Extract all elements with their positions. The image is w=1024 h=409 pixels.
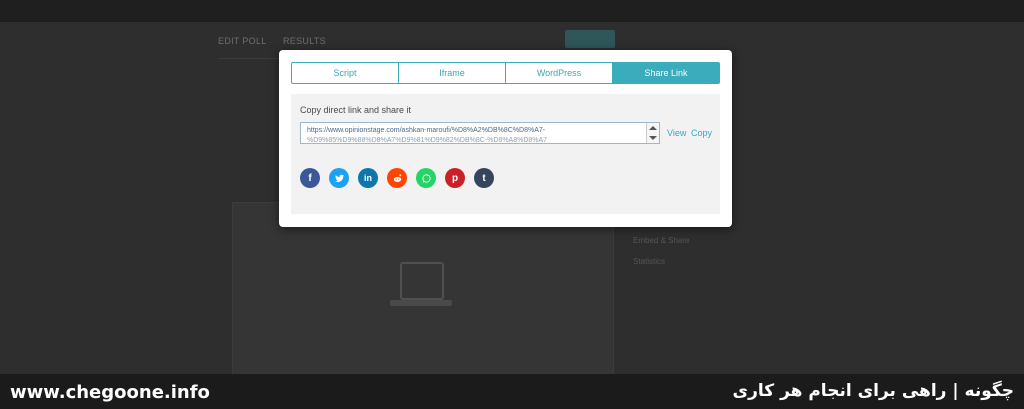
arrow-up-icon[interactable]	[649, 126, 657, 130]
share-link-text: https://www.opinionstage.com/ashkan-maro…	[307, 127, 546, 134]
tumblr-icon[interactable]: t	[474, 168, 494, 188]
tab-wordpress[interactable]: WordPress	[506, 63, 613, 83]
bg-tab-results: RESULTS	[283, 36, 326, 46]
reddit-alien-icon	[393, 173, 401, 182]
pinterest-icon[interactable]: p	[445, 168, 465, 188]
site-tagline: چگونه | راهی برای انجام هر کاری	[732, 381, 1014, 401]
view-link[interactable]: View	[667, 128, 686, 138]
whatsapp-icon[interactable]	[416, 168, 436, 188]
embed-share-modal: Script Iframe WordPress Share Link Copy …	[279, 50, 732, 227]
facebook-icon[interactable]: f	[300, 168, 320, 188]
facebook-letter: f	[308, 172, 312, 184]
scroll-spinner[interactable]	[646, 123, 659, 143]
tumblr-letter: t	[482, 172, 486, 184]
bg-tab-edit-poll: EDIT POLL	[218, 36, 267, 46]
reddit-icon[interactable]	[387, 168, 407, 188]
share-link-panel: Copy direct link and share it https://ww…	[291, 94, 720, 214]
bg-side-item: Embed & Share	[633, 236, 690, 245]
tab-share-link[interactable]: Share Link	[613, 63, 719, 83]
top-bar	[0, 0, 1024, 22]
image-placeholder-icon	[400, 262, 444, 300]
share-link-text-overflow: %D9%85%D9%88%D8%A7%D9%81%D9%82%DB%8C-%D8…	[307, 137, 548, 144]
whatsapp-phone-icon	[421, 173, 431, 183]
embed-tabs: Script Iframe WordPress Share Link	[291, 62, 720, 84]
twitter-icon[interactable]	[329, 168, 349, 188]
bg-button	[565, 30, 615, 48]
watermark-bar: www.chegoone.info چگونه | راهی برای انجا…	[0, 374, 1024, 409]
copy-link[interactable]: Copy	[691, 128, 712, 138]
pinterest-letter: p	[451, 172, 459, 184]
arrow-down-icon[interactable]	[649, 136, 657, 140]
twitter-bird-icon	[334, 174, 344, 182]
linkedin-letters: in	[364, 173, 372, 183]
tab-script[interactable]: Script	[292, 63, 399, 83]
share-link-field[interactable]: https://www.opinionstage.com/ashkan-maro…	[300, 122, 660, 144]
image-placeholder-base	[390, 300, 452, 306]
tab-iframe[interactable]: Iframe	[399, 63, 506, 83]
website-url: www.chegoone.info	[10, 382, 210, 403]
share-description: Copy direct link and share it	[300, 105, 412, 115]
bg-side-item: Statistics	[633, 257, 666, 266]
linkedin-icon[interactable]: in	[358, 168, 378, 188]
